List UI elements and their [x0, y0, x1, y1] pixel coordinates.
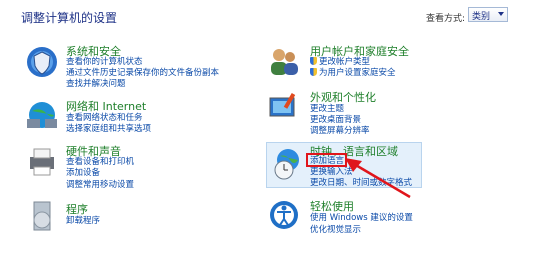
link-view-status[interactable]: 查看你的计算机状态 [66, 57, 143, 68]
link-uninstall[interactable]: 卸载程序 [66, 216, 100, 227]
printer-icon [30, 148, 54, 176]
uac-shield-icon [310, 57, 317, 65]
annotation-arrow-icon [345, 158, 411, 199]
chevron-down-icon [498, 12, 504, 16]
category-appearance [266, 90, 302, 129]
link-troubleshoot[interactable]: 查找并解决问题 [66, 79, 126, 90]
link-network-status[interactable]: 查看网络状态和任务 [66, 113, 143, 124]
link-family-safety[interactable]: 为用户设置家庭安全 [310, 68, 396, 79]
category-system-security [24, 44, 60, 83]
link-homegroup[interactable]: 选择家庭组和共享选项 [66, 124, 151, 135]
category-user-accounts [266, 44, 302, 83]
link-devices-printers[interactable]: 查看设备和打印机 [66, 157, 134, 168]
category-ease-of-access [266, 197, 302, 236]
link-mobility[interactable]: 调整常用移动设置 [66, 180, 134, 191]
programs-icon [33, 201, 51, 231]
link-screen-resolution[interactable]: 调整屏幕分辨率 [310, 126, 370, 137]
category-clock-language [270, 146, 306, 185]
appearance-icon [269, 92, 296, 117]
uac-shield-icon [310, 68, 317, 76]
link-desktop-background[interactable]: 更改桌面背景 [310, 115, 361, 126]
view-by-value: 类别 [472, 12, 491, 22]
view-by-label: 查看方式: [426, 14, 466, 24]
view-by-select[interactable]: 类别 [468, 7, 508, 22]
link-windows-suggestions[interactable]: 使用 Windows 建议的设置 [310, 213, 413, 224]
shield-icon [27, 47, 57, 77]
link-add-device[interactable]: 添加设备 [66, 168, 100, 179]
users-icon [271, 49, 298, 75]
category-hardware [24, 143, 60, 182]
page-title: 调整计算机的设置 [21, 11, 118, 25]
category-title[interactable]: 程序 [66, 201, 88, 217]
link-change-account-type[interactable]: 更改帐户类型 [310, 57, 370, 68]
globe-network-icon [27, 102, 57, 128]
clock-globe-icon [274, 149, 299, 180]
category-network [24, 97, 60, 136]
link-optimize-visual[interactable]: 优化视觉显示 [310, 225, 361, 236]
link-change-theme[interactable]: 更改主题 [310, 104, 344, 115]
category-title[interactable]: 外观和个性化 [310, 89, 376, 105]
category-programs [24, 198, 60, 237]
link-file-history[interactable]: 通过文件历史记录保存你的文件备份副本 [66, 68, 219, 79]
ease-of-access-icon [270, 201, 298, 229]
category-title[interactable]: 网络和 Internet [66, 98, 146, 114]
